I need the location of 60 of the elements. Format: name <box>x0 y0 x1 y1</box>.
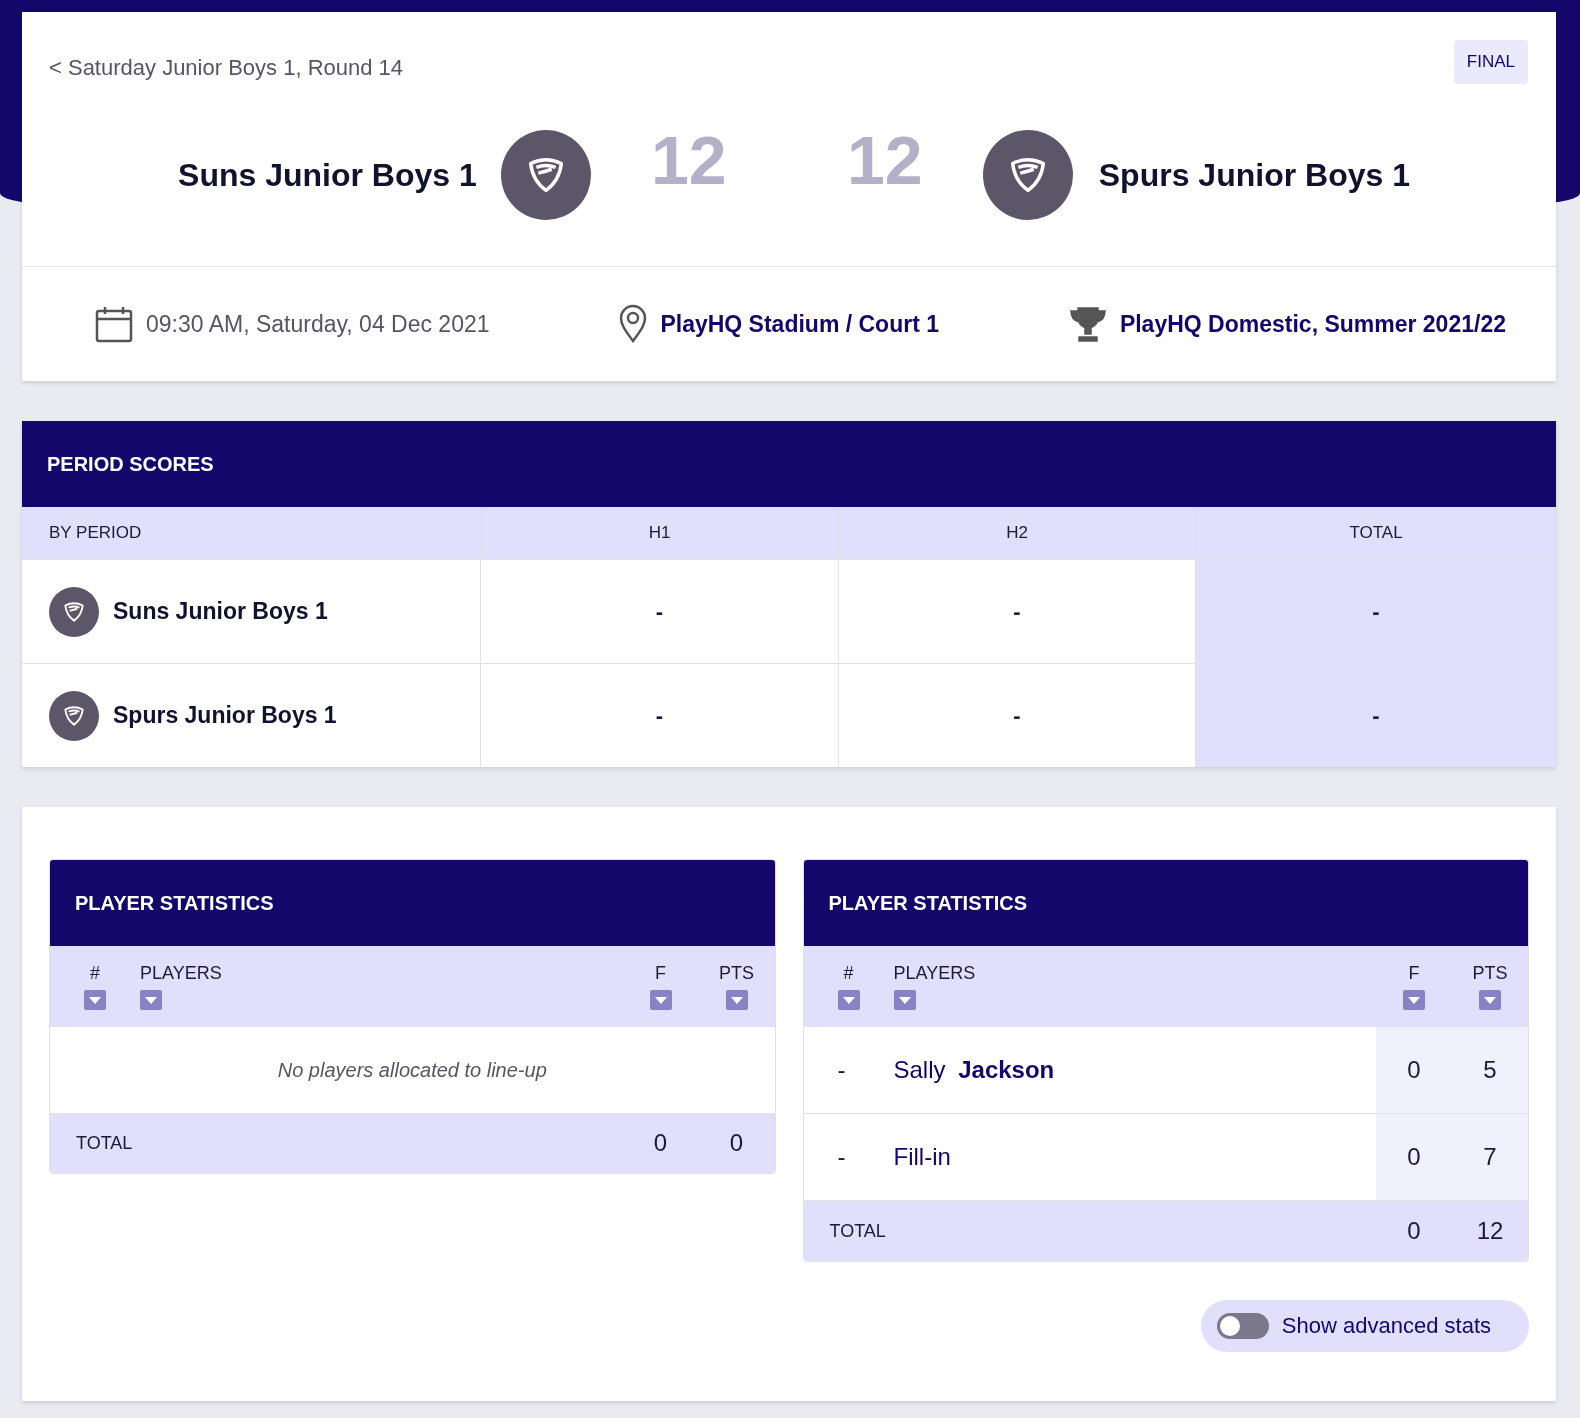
table-cell-text: 0 <box>728 1129 745 1157</box>
detail-link[interactable]: PlayHQ Domestic, Summer 2021/22 <box>1119 310 1506 338</box>
calendar-icon <box>94 304 134 344</box>
team-logo-icon <box>49 690 99 741</box>
section-title: PLAYER STATISTICS <box>50 860 775 946</box>
column-header: TOTAL <box>1195 507 1556 559</box>
sort-dropdown-icon[interactable] <box>725 990 748 1010</box>
table-cell: - <box>1195 559 1556 663</box>
column-header: F <box>1408 963 1420 984</box>
total-label: TOTAL <box>75 1132 134 1154</box>
toggle-switch[interactable] <box>1216 1313 1269 1339</box>
table-cell: 7 <box>1452 1114 1528 1200</box>
table-cell-text: - <box>836 1055 847 1085</box>
date-text: 09:30 AM, Saturday, 04 Dec 2021 <box>146 310 490 338</box>
column-header: H1 <box>480 507 838 559</box>
table-cell-text: - <box>836 1142 847 1172</box>
column-header: PLAYERS <box>893 963 976 984</box>
player-name[interactable]: Sally Jackson <box>893 1027 1376 1113</box>
advanced-stats-toggle[interactable]: Show advanced stats <box>1200 1300 1529 1352</box>
sort-dropdown-icon[interactable] <box>1479 990 1501 1010</box>
map-pin-icon <box>618 304 649 344</box>
sort-dropdown-icon[interactable] <box>140 990 162 1010</box>
table-cell-text: 0 <box>1406 1217 1422 1245</box>
section-title: PERIOD SCORES <box>22 421 1556 507</box>
column-header: H2 <box>838 507 1195 559</box>
column-header: F <box>655 963 666 984</box>
team-name: Spurs Junior Boys 1 <box>1098 156 1410 194</box>
table-cell: 5 <box>1452 1027 1528 1113</box>
table-cell-text: 0 <box>652 1129 669 1157</box>
team-name: Spurs Junior Boys 1 <box>113 702 337 729</box>
sort-dropdown-icon[interactable] <box>649 990 672 1010</box>
empty-message: No players allocated to line-up <box>276 1057 548 1083</box>
team-name: Suns Junior Boys 1 <box>178 156 477 194</box>
back-link[interactable]: < Saturday Junior Boys 1, Round 14 <box>49 55 404 81</box>
status-badge: FINAL <box>1453 40 1528 84</box>
table-cell-text: 12 <box>1475 1217 1505 1245</box>
table-cell: - <box>480 663 838 767</box>
column-header: BY PERIOD <box>22 507 480 559</box>
team-name: Suns Junior Boys 1 <box>113 598 328 625</box>
sort-dropdown-icon[interactable] <box>84 990 106 1010</box>
table-cell: 0 <box>1376 1114 1452 1200</box>
column-header: PLAYERS <box>140 963 222 984</box>
sort-dropdown-icon[interactable] <box>837 990 860 1010</box>
team-logo-icon <box>49 586 99 637</box>
detail-link[interactable]: PlayHQ Stadium / Court 1 <box>660 310 939 338</box>
sort-dropdown-icon[interactable] <box>893 990 916 1010</box>
table-cell: - <box>1195 663 1556 767</box>
table-cell: - <box>480 559 838 663</box>
team-score: 12 <box>649 121 728 199</box>
sort-dropdown-icon[interactable] <box>1403 990 1425 1010</box>
column-header: PTS <box>1472 963 1508 984</box>
trophy-icon <box>1067 304 1108 344</box>
team-score: 12 <box>845 121 924 199</box>
table-cell: 0 <box>1376 1027 1452 1113</box>
column-header: PTS <box>719 963 754 984</box>
player-name[interactable]: Fill-in <box>893 1114 1376 1200</box>
column-header: # <box>90 963 100 984</box>
total-label: TOTAL <box>828 1220 887 1242</box>
column-header: # <box>843 963 854 984</box>
section-title: PLAYER STATISTICS <box>803 860 1528 946</box>
